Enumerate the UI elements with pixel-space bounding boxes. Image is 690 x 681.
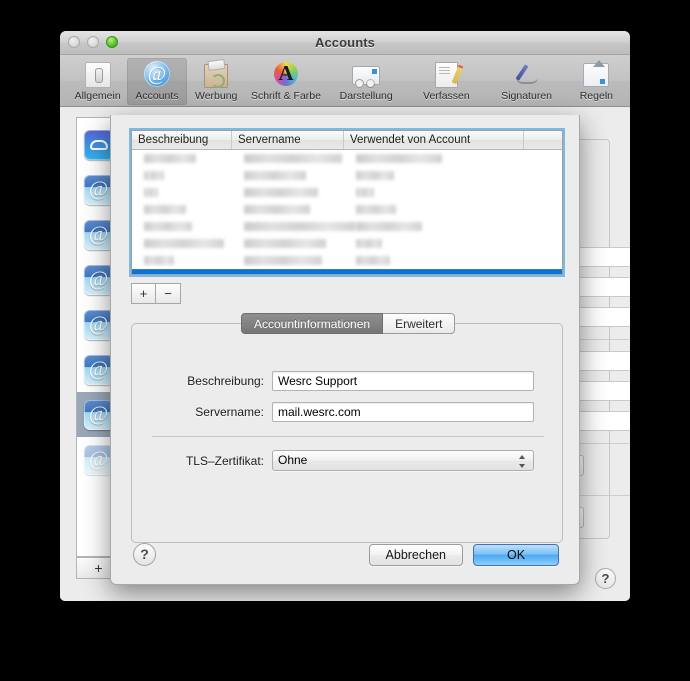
server-list-buttons: + − [131, 283, 181, 304]
row-beschreibung: Beschreibung: Wesrc Support [162, 371, 534, 391]
column-header-verwendet-von-account[interactable]: Verwendet von Account [344, 131, 524, 149]
cell-server-name: mail.wesrc.com [232, 274, 344, 275]
toolbar-item-verfassen[interactable]: Verfassen [406, 58, 486, 105]
window-title: Accounts [314, 35, 376, 50]
form-divider [152, 436, 544, 437]
background-help-button[interactable]: ? [595, 568, 616, 589]
tab-accountinformationen[interactable]: Accountinformationen [241, 313, 384, 334]
screenshot-stage: Accounts Allgemein Accounts Werbung Schr… [0, 0, 690, 681]
rules-icon [581, 60, 611, 88]
table-header-row: Beschreibung Servername Verwendet von Ac… [132, 131, 562, 150]
general-icon [83, 60, 113, 88]
preferences-toolbar: Allgemein Accounts Werbung Schrift & Far… [60, 55, 630, 107]
toolbar-item-accounts[interactable]: Accounts [127, 58, 187, 105]
at-account-icon [83, 219, 114, 250]
viewing-icon [351, 60, 381, 88]
window-controls[interactable] [68, 36, 118, 48]
tab-content-box: Beschreibung: Wesrc Support Servername: … [131, 323, 563, 543]
toolbar-label: Verfassen [423, 90, 470, 102]
close-button-icon [68, 36, 80, 48]
toolbar-item-allgemein[interactable]: Allgemein [68, 58, 127, 105]
cell-description: Wesrc Support [132, 274, 232, 275]
sheet-tab-strip: Accountinformationen Erweitert [241, 313, 456, 334]
toolbar-item-regeln[interactable]: Regeln [567, 58, 626, 105]
toolbar-item-werbung[interactable]: Werbung [187, 58, 246, 105]
servername-input[interactable]: mail.wesrc.com [272, 402, 534, 422]
tls-zertifikat-value: Ohne [278, 453, 308, 467]
compose-icon [431, 60, 461, 88]
beschreibung-input[interactable]: Wesrc Support [272, 371, 534, 391]
column-header-beschreibung[interactable]: Beschreibung [132, 131, 232, 149]
toolbar-label: Signaturen [501, 90, 552, 102]
at-sign-icon [142, 60, 172, 88]
table-row-selected[interactable]: Wesrc Support mail.wesrc.com Wesrc Suppo… [132, 270, 562, 275]
at-account-icon [83, 444, 114, 475]
table-row-redacted[interactable] [132, 252, 562, 269]
icloud-account-icon [83, 129, 114, 160]
label-beschreibung: Beschreibung: [187, 374, 264, 388]
table-row-redacted[interactable] [132, 218, 562, 235]
add-server-button[interactable]: + [131, 283, 156, 304]
table-row-redacted[interactable] [132, 235, 562, 252]
toolbar-label: Schrift & Farbe [250, 90, 321, 102]
tls-zertifikat-select[interactable]: Ohne [272, 450, 534, 471]
at-account-icon [83, 174, 114, 205]
column-header-blank[interactable] [524, 131, 562, 149]
toolbar-item-signaturen[interactable]: Signaturen [487, 58, 567, 105]
table-row-redacted[interactable] [132, 150, 562, 167]
at-account-icon [83, 354, 114, 385]
sheet-button-row: Abbrechen OK [368, 544, 559, 566]
tab-erweitert[interactable]: Erweitert [383, 313, 456, 334]
remove-server-button[interactable]: − [156, 283, 181, 304]
minimize-button-icon [87, 36, 99, 48]
label-servername: Servername: [195, 405, 264, 419]
toolbar-label: Werbung [194, 90, 238, 102]
junk-mail-icon [201, 60, 231, 88]
toolbar-label: Darstellung [339, 90, 393, 102]
at-account-icon [83, 399, 114, 430]
font-color-icon [271, 60, 301, 88]
server-table[interactable]: Beschreibung Servername Verwendet von Ac… [131, 130, 563, 275]
server-settings-sheet: Beschreibung Servername Verwendet von Ac… [110, 115, 580, 585]
zoom-button-icon[interactable] [106, 36, 118, 48]
toolbar-label: Regeln [579, 90, 613, 102]
row-servername: Servername: mail.wesrc.com [162, 402, 534, 422]
toolbar-label: Accounts [135, 90, 179, 102]
toolbar-item-darstellung[interactable]: Darstellung [326, 58, 406, 105]
label-tls-zertifikat: TLS–Zertifikat: [185, 453, 264, 468]
at-account-icon [83, 264, 114, 295]
table-row-redacted[interactable] [132, 201, 562, 218]
at-account-icon [83, 309, 114, 340]
table-row-redacted[interactable] [132, 184, 562, 201]
updown-arrows-icon [519, 455, 526, 468]
toolbar-item-schrift-farbe[interactable]: Schrift & Farbe [246, 58, 326, 105]
cell-used-by-account: Wesrc Support [344, 274, 524, 275]
signature-icon [512, 60, 542, 88]
sheet-help-button[interactable]: ? [133, 543, 156, 566]
row-tls-zertifikat: TLS–Zertifikat: Ohne [162, 450, 534, 471]
window-titlebar: Accounts [60, 31, 630, 55]
ok-button[interactable]: OK [473, 544, 559, 566]
column-header-servername[interactable]: Servername [232, 131, 344, 149]
toolbar-label: Allgemein [74, 90, 121, 102]
cancel-button[interactable]: Abbrechen [368, 544, 463, 566]
table-row-redacted[interactable] [132, 167, 562, 184]
